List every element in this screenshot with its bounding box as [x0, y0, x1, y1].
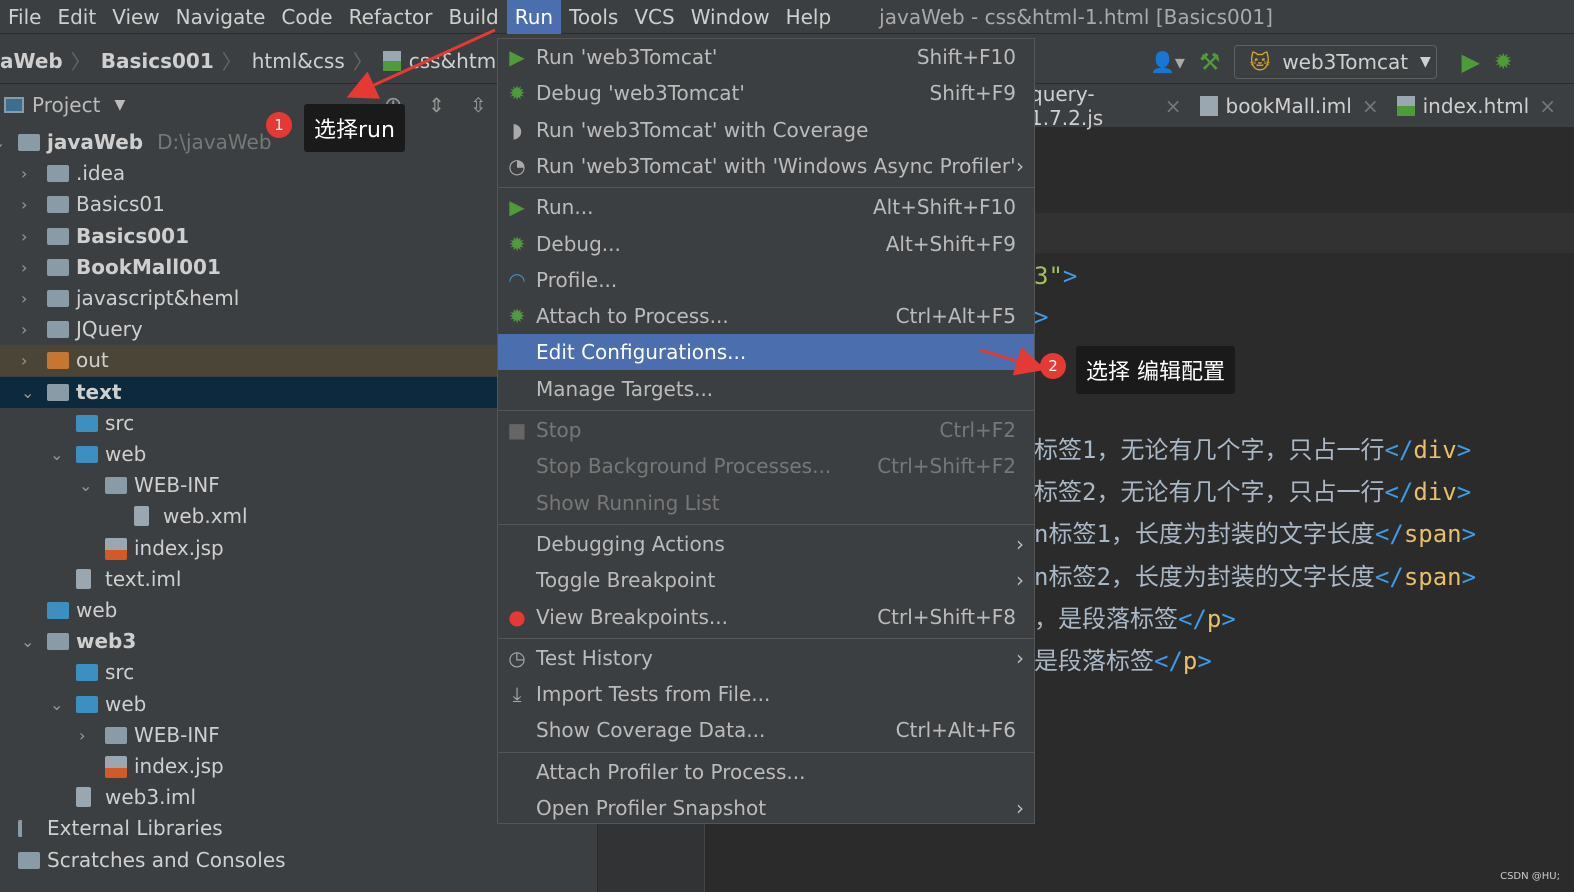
annotation-tooltip-2: 选择 编辑配置 [1076, 346, 1235, 394]
watermark: CSDN @HU; [1500, 871, 1560, 882]
annotation-arrows [346, 28, 1046, 376]
annotation-tooltip-1: 选择run [304, 104, 405, 152]
annotation-arrow-2 [979, 346, 1046, 376]
annotation-arrow-1 [346, 28, 496, 99]
annotation-badge-2: 2 [1040, 353, 1066, 379]
annotation-badge-1: 1 [266, 112, 292, 138]
